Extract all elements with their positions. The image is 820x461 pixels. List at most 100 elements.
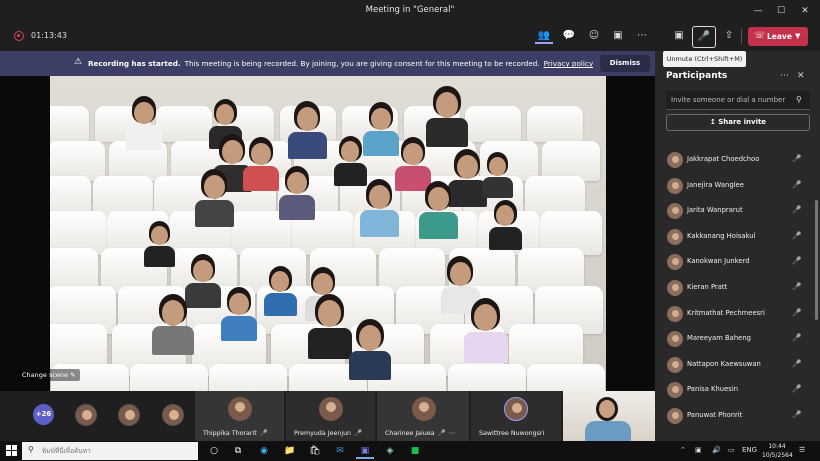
mic-muted-icon: 🎤 — [437, 429, 446, 437]
participant-row[interactable]: Jarita Wanprarut 🎤 — [655, 199, 820, 224]
camera-icon[interactable]: ▣ — [670, 28, 688, 44]
avatar[interactable] — [75, 404, 97, 426]
mic-muted-icon: 🎤 — [259, 429, 268, 437]
network-icon[interactable]: ▣ — [695, 446, 702, 454]
maximize-button[interactable]: ☐ — [771, 3, 791, 19]
rooms-icon[interactable]: ▣ — [609, 28, 627, 44]
edge-icon[interactable]: ◉ — [255, 443, 273, 459]
close-icon[interactable]: ✕ — [797, 71, 805, 81]
participant-row[interactable]: Janejira Wanglee 🎤 — [655, 174, 820, 199]
avatar — [667, 203, 683, 220]
banner-message: This meeting is being recorded. By joini… — [184, 59, 540, 68]
taskbar-search-input[interactable] — [22, 442, 198, 460]
clock[interactable]: 10:44 10/5/2564 — [762, 442, 793, 460]
participant-row[interactable]: Kritmathat Pechmeesri 🎤 — [655, 302, 820, 327]
close-window-button[interactable]: ✕ — [795, 3, 815, 19]
reactions-icon[interactable]: ☺ — [585, 28, 603, 44]
line-icon[interactable]: ■ — [406, 443, 424, 459]
scene-seat — [50, 106, 89, 142]
volume-icon[interactable]: 🔊 — [712, 446, 721, 454]
cortana-icon[interactable]: ○ — [205, 443, 223, 459]
share-icon: ↥ — [709, 118, 719, 126]
minimize-button[interactable]: — — [748, 3, 768, 19]
panel-scrollbar[interactable] — [815, 200, 818, 320]
self-view-video[interactable] — [563, 391, 655, 441]
video-tile[interactable]: Premyuda Jeenjun 🎤 — [286, 391, 375, 441]
mail-icon[interactable]: ✉ — [331, 443, 349, 459]
avatar — [667, 305, 683, 322]
file-explorer-icon[interactable]: 📁 — [281, 443, 299, 459]
store-icon[interactable]: 🛍 — [306, 443, 324, 459]
participant-name: Jakkrapat Choedchoo — [687, 155, 760, 163]
avatar — [319, 397, 343, 421]
participant-row[interactable]: Kieran Pratt 🎤 — [655, 276, 820, 301]
participant-row[interactable]: Panisa Khuesin 🎤 — [655, 378, 820, 403]
recording-icon — [14, 31, 24, 41]
recording-banner: ⚠ Recording has started. This meeting is … — [0, 51, 655, 76]
privacy-policy-link[interactable]: Privacy policy — [544, 59, 593, 68]
participant-row[interactable]: Panuwat Phonrit 🎤 — [655, 404, 820, 429]
participant-name: Panisa Khuesin — [687, 385, 739, 394]
teams-icon[interactable]: ▣ — [356, 443, 374, 459]
participant-row[interactable]: Kanokwan Junkerd 🎤 — [655, 250, 820, 275]
participant-name: Mareeyam Baheng — [687, 334, 751, 343]
search-icon[interactable]: ⚲ — [796, 95, 802, 104]
mic-muted-icon: 🎤 — [792, 410, 802, 419]
share-invite-button[interactable]: ↥ Share invite — [666, 114, 810, 131]
participant-name: Kieran Pratt — [687, 283, 728, 291]
mic-muted-icon: 🎤 — [354, 429, 363, 437]
mic-muted-icon: 🎤 — [792, 282, 802, 291]
participant-row[interactable]: Mareeyam Baheng 🎤 — [655, 327, 820, 352]
video-tile[interactable]: Thippika Thorarit 🎤 — [195, 391, 284, 441]
gallery-strip: +26 Thippika Thorarit 🎤 Premyuda Jeenjun 🎤… — [0, 391, 655, 441]
share-invite-label: Share invite — [718, 118, 767, 126]
teams-meeting-window: Meeting in "General" — ☐ ✕ 01:13:43 👥 💬 … — [0, 0, 820, 461]
avatar — [667, 152, 683, 168]
tray-chevron-icon[interactable]: ⌃ — [680, 446, 686, 454]
more-actions-icon[interactable]: ⋯ — [633, 28, 651, 44]
mic-muted-icon: 🎤 — [792, 230, 802, 240]
task-view-icon[interactable]: ⧉ — [229, 443, 247, 459]
participant-row[interactable]: Kakkanang Hoisakul 🎤 — [655, 225, 820, 250]
scene-seat — [156, 106, 213, 142]
change-scene-button[interactable]: Change scene ✎ — [18, 369, 80, 381]
participants-panel: Participants ⋯ ✕ ⚲ ↥ Share invite Jakkra… — [655, 51, 820, 441]
tile-name: Premyuda Jeenjun 🎤 — [294, 429, 363, 437]
participant-row[interactable]: Jakkrapat Choedchoo 🎤 — [655, 148, 820, 173]
avatar — [667, 331, 683, 348]
avatar[interactable] — [118, 404, 140, 426]
participant-name: Janejira Wanglee — [687, 180, 744, 189]
avatar[interactable] — [162, 404, 184, 426]
toolbar-divider — [741, 29, 742, 44]
chat-icon[interactable]: 💬 — [560, 28, 578, 44]
invite-input[interactable] — [666, 91, 810, 110]
participant-name: Kakkanang Hoisakul — [687, 231, 756, 240]
notifications-icon[interactable]: ☰ — [799, 446, 805, 454]
title-bar: Meeting in "General" — ☐ ✕ — [0, 0, 820, 22]
participant-row[interactable]: Nattapon Kaewsuwan 🎤 — [655, 353, 820, 378]
mic-muted-icon[interactable]: 🎤 — [692, 26, 716, 48]
battery-icon[interactable]: ▭ — [728, 446, 735, 454]
mic-muted-icon: 🎤 — [792, 358, 802, 368]
scene-seat — [209, 364, 288, 391]
mic-muted-icon: 🎤 — [792, 307, 802, 317]
avatar — [228, 397, 252, 421]
people-icon[interactable]: 👥 — [535, 28, 553, 44]
windows-start-icon[interactable] — [6, 445, 17, 456]
more-options-icon[interactable]: ⋯ — [780, 71, 789, 81]
avatar — [667, 382, 683, 399]
more-participants-badge[interactable]: +26 — [33, 404, 54, 425]
chevron-down-icon[interactable]: ▼ — [795, 27, 800, 46]
video-tile[interactable]: Sawittree Nuwongsri — [471, 391, 561, 441]
dismiss-button[interactable]: Dismiss — [600, 55, 650, 72]
app-icon[interactable]: ◈ — [381, 443, 399, 459]
share-screen-icon[interactable]: ⇧ — [720, 28, 738, 44]
video-tile[interactable]: Charinee Jaiuea 🎤 ⋯ — [377, 391, 469, 441]
scene-seat — [527, 364, 606, 391]
language-indicator[interactable]: ENG — [742, 446, 757, 454]
tile-name: Charinee Jaiuea 🎤 ⋯ — [385, 429, 456, 437]
participant-name: Nattapon Kaewsuwan — [687, 359, 761, 368]
scene-seat — [447, 364, 526, 391]
mic-muted-icon: 🎤 — [792, 154, 802, 163]
banner-text: Recording has started. This meeting is be… — [88, 59, 593, 68]
